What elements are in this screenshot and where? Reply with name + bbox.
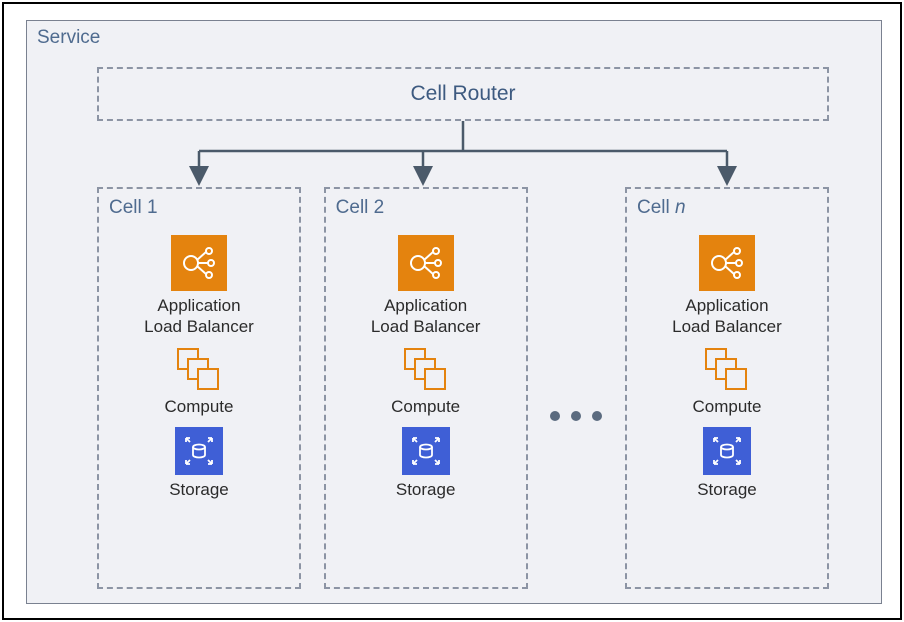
- cell-label-num: 1: [147, 197, 158, 218]
- storage-label: Storage: [697, 479, 757, 500]
- cell-label: Cell 1: [109, 197, 158, 219]
- storage-component: Storage: [697, 427, 757, 500]
- alb-component: Application Load Balancer: [144, 235, 254, 338]
- cell-label: Cell 2: [336, 197, 385, 219]
- alb-label: Application Load Balancer: [144, 295, 254, 338]
- compute-label: Compute: [391, 396, 460, 417]
- compute-component: Compute: [692, 348, 761, 417]
- cell-box-1: Cell 1 Application Load Balancer Compu: [97, 187, 301, 589]
- cells-row: Cell 1 Application Load Balancer Compu: [97, 187, 829, 595]
- storage-icon: [402, 427, 450, 475]
- storage-label: Storage: [396, 479, 456, 500]
- cell-router-label: Cell Router: [410, 82, 515, 106]
- diagram-frame: Service Cell Router Cell 1: [2, 2, 902, 620]
- cell-label: Cell n: [637, 197, 686, 219]
- compute-label: Compute: [165, 396, 234, 417]
- alb-label-line1: Application: [384, 296, 467, 315]
- alb-label-line2: Load Balancer: [371, 317, 481, 336]
- load-balancer-icon: [398, 235, 454, 291]
- service-label: Service: [37, 27, 100, 49]
- cell-box-2: Cell 2 Application Load Balancer Compu: [324, 187, 528, 589]
- cell-box-n: Cell n Application Load Balancer Compu: [625, 187, 829, 589]
- compute-icon: [400, 348, 452, 392]
- cell-label-num: n: [675, 197, 686, 218]
- cell-label-num: 2: [374, 197, 385, 218]
- cell-label-prefix: Cell: [637, 197, 675, 218]
- alb-label-line1: Application: [157, 296, 240, 315]
- alb-label-line2: Load Balancer: [672, 317, 782, 336]
- load-balancer-icon: [699, 235, 755, 291]
- compute-icon: [173, 348, 225, 392]
- cell-label-prefix: Cell: [336, 197, 374, 218]
- compute-component: Compute: [165, 348, 234, 417]
- storage-label: Storage: [169, 479, 229, 500]
- compute-icon: [701, 348, 753, 392]
- alb-component: Application Load Balancer: [672, 235, 782, 338]
- cell-router-box: Cell Router: [97, 67, 829, 121]
- alb-label: Application Load Balancer: [371, 295, 481, 338]
- storage-component: Storage: [169, 427, 229, 500]
- alb-component: Application Load Balancer: [371, 235, 481, 338]
- cell-label-prefix: Cell: [109, 197, 147, 218]
- service-container: Service Cell Router Cell 1: [26, 20, 882, 604]
- compute-label: Compute: [692, 396, 761, 417]
- storage-icon: [703, 427, 751, 475]
- compute-component: Compute: [391, 348, 460, 417]
- alb-label-line2: Load Balancer: [144, 317, 254, 336]
- alb-label-line1: Application: [685, 296, 768, 315]
- load-balancer-icon: [171, 235, 227, 291]
- storage-component: Storage: [396, 427, 456, 500]
- alb-label: Application Load Balancer: [672, 295, 782, 338]
- ellipsis-icon: [550, 411, 602, 421]
- storage-icon: [175, 427, 223, 475]
